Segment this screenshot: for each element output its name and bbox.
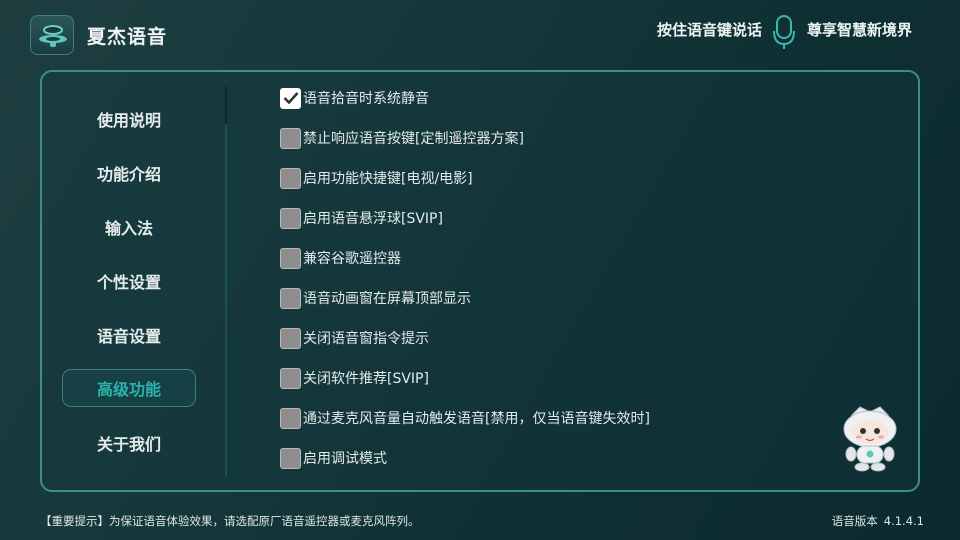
checkbox[interactable] — [280, 247, 301, 269]
option-google-remote[interactable]: 兼容谷歌遥控器 — [280, 245, 401, 271]
slogan-text: 尊享智慧新境界 — [807, 21, 913, 39]
checkbox[interactable] — [280, 127, 301, 149]
option-label: 启用功能快捷键[电视/电影] — [303, 171, 473, 187]
option-debug-mode[interactable]: 启用调试模式 — [280, 445, 387, 471]
option-label: 关闭语音窗指令提示 — [303, 331, 429, 347]
sidebar-item-input-method[interactable]: 输入法 — [62, 208, 196, 246]
option-disable-voice-key[interactable]: 禁止响应语音按键[定制遥控器方案] — [280, 125, 524, 151]
sidebar-item-personal[interactable]: 个性设置 — [62, 262, 196, 300]
voice-key-hint: 按住语音键说话 — [657, 21, 763, 39]
option-label: 语音拾音时系统静音 — [303, 91, 429, 107]
headset-logo-icon — [30, 15, 74, 55]
option-close-recommend[interactable]: 关闭软件推荐[SVIP] — [280, 365, 429, 391]
microphone-icon — [772, 14, 796, 54]
checkbox[interactable] — [280, 207, 301, 229]
option-label: 启用调试模式 — [303, 451, 387, 467]
version-info: 语音版本 4.1.4.1 — [826, 513, 924, 529]
version-label: 语音版本 — [831, 514, 878, 528]
option-floating-ball[interactable]: 启用语音悬浮球[SVIP] — [280, 205, 443, 231]
option-close-command-tips[interactable]: 关闭语音窗指令提示 — [280, 325, 429, 351]
option-label: 兼容谷歌遥控器 — [303, 251, 401, 267]
checkmark-icon — [283, 92, 298, 105]
checkbox[interactable] — [280, 367, 301, 389]
checkbox[interactable] — [280, 327, 301, 349]
sidebar-item-about[interactable]: 关于我们 — [62, 424, 196, 462]
option-mic-auto-trigger[interactable]: 通过麦克风音量自动触发语音[禁用，仅当语音键失效时] — [280, 405, 650, 431]
option-label: 关闭软件推荐[SVIP] — [303, 371, 429, 387]
important-notice: 【重要提示】为保证语音体验效果，请选配原厂语音遥控器或麦克风阵列。 — [40, 514, 420, 528]
sidebar-item-voice-settings[interactable]: 语音设置 — [62, 316, 196, 354]
version-value: 4.1.4.1 — [883, 514, 924, 528]
checkbox[interactable] — [280, 407, 301, 429]
sidebar-divider — [225, 86, 227, 476]
option-animation-top[interactable]: 语音动画窗在屏幕顶部显示 — [280, 285, 471, 311]
app-title: 夏杰语音 — [87, 26, 168, 48]
robot-mascot-icon — [838, 403, 902, 477]
option-label: 通过麦克风音量自动触发语音[禁用，仅当语音键失效时] — [303, 411, 650, 427]
sidebar-item-usage[interactable]: 使用说明 — [62, 100, 196, 138]
checkbox[interactable] — [280, 87, 301, 109]
header-bar: 夏杰语音 按住语音键说话 尊享智慧新境界 — [0, 0, 960, 70]
option-mute-on-listen[interactable]: 语音拾音时系统静音 — [280, 85, 429, 111]
option-label: 语音动画窗在屏幕顶部显示 — [303, 291, 471, 307]
option-label: 启用语音悬浮球[SVIP] — [303, 211, 443, 227]
settings-panel: 使用说明 功能介绍 输入法 个性设置 语音设置 高级功能 关于我们 语音拾音时系… — [40, 70, 920, 492]
option-label: 禁止响应语音按键[定制遥控器方案] — [303, 131, 524, 147]
sidebar-item-features[interactable]: 功能介绍 — [62, 154, 196, 192]
checkbox[interactable] — [280, 287, 301, 309]
checkbox[interactable] — [280, 447, 301, 469]
sidebar-item-advanced[interactable]: 高级功能 — [62, 369, 196, 407]
scroll-indicator — [225, 86, 227, 124]
checkbox[interactable] — [280, 167, 301, 189]
option-shortcut-keys[interactable]: 启用功能快捷键[电视/电影] — [280, 165, 473, 191]
